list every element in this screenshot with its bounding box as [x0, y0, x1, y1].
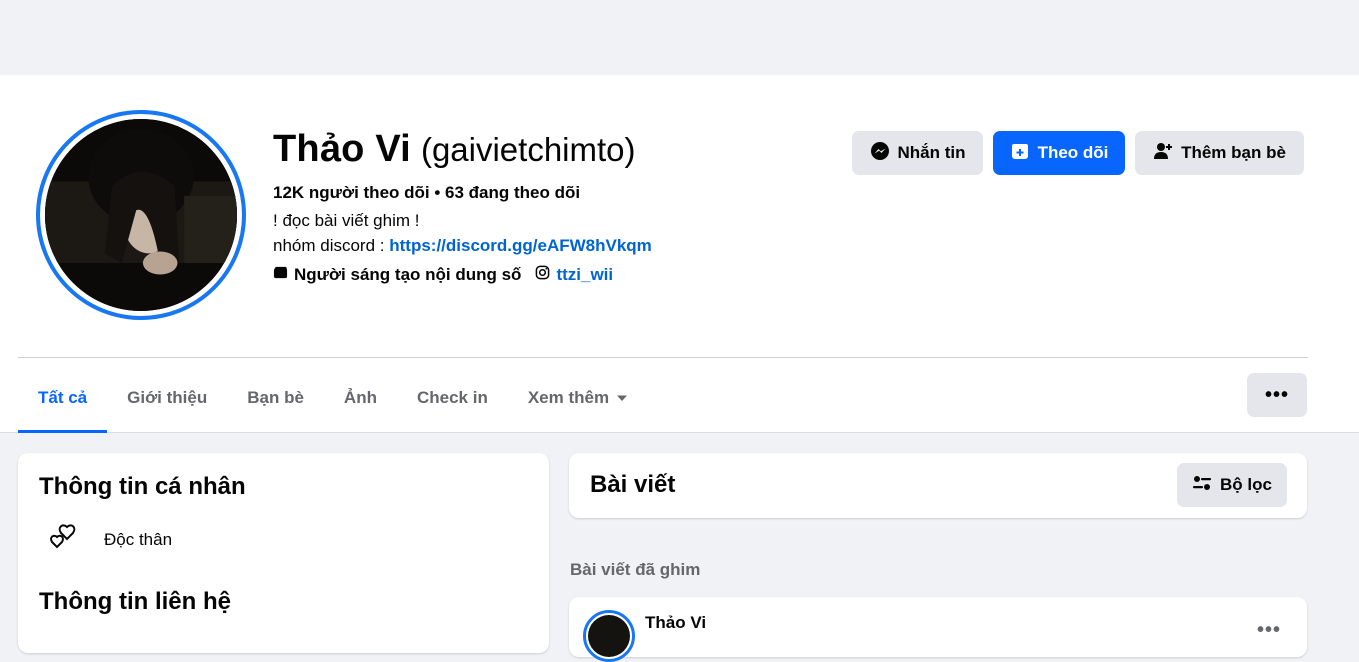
bio-line: ! đọc bài viết ghim ! — [273, 211, 420, 230]
profile-tabs: Tất cả Giới thiệu Bạn bè Ảnh Check in Xe… — [18, 362, 647, 433]
bio-discord-line: nhóm discord : https://discord.gg/eAFW8h… — [273, 236, 652, 256]
message-label: Nhắn tin — [897, 143, 966, 162]
follow-button[interactable]: Theo dõi — [993, 131, 1125, 175]
hearts-icon — [48, 521, 80, 558]
tab-checkin[interactable]: Check in — [397, 362, 508, 433]
profile-avatar[interactable] — [36, 110, 246, 320]
tab-all[interactable]: Tất cả — [18, 362, 108, 433]
tab-checkin-label: Check in — [416, 387, 488, 407]
profile-meta: Người sáng tạo nội dung số ttzi_wii — [273, 265, 613, 285]
message-button[interactable]: Nhắn tin — [852, 131, 983, 175]
profile-name: Thảo Vi — [273, 128, 411, 170]
contact-info-title: Thông tin liên hệ — [39, 588, 231, 615]
discord-link[interactable]: https://discord.gg/eAFW8hVkqm — [389, 236, 652, 255]
bio-discord-prefix: nhóm discord : — [273, 236, 390, 255]
filter-label: Bộ lọc — [1220, 475, 1272, 494]
cover-photo[interactable] — [0, 0, 1347, 75]
pinned-posts-label: Bài viết đã ghim — [570, 560, 701, 579]
tab-photos[interactable]: Ảnh — [324, 362, 397, 433]
tab-friends-label: Bạn bè — [247, 387, 304, 407]
follower-stats[interactable]: 12K người theo dõi • 63 đang theo dõi — [273, 183, 580, 203]
tab-photos-label: Ảnh — [343, 387, 377, 407]
relationship-row: Độc thân — [48, 521, 172, 558]
header-divider — [18, 357, 1308, 358]
follow-icon — [1010, 141, 1030, 166]
profile-category: Người sáng tạo nội dung số — [294, 265, 522, 284]
pinned-post-card: Thảo Vi ••• — [569, 597, 1307, 662]
post-author-name[interactable]: Thảo Vi — [645, 613, 706, 633]
profile-username: (gaivietchimto) — [420, 131, 636, 168]
tab-about[interactable]: Giới thiệu — [107, 362, 227, 433]
intro-card: Thông tin cá nhân Độc thân Thông tin liê… — [18, 453, 549, 653]
relationship-status: Độc thân — [104, 529, 173, 549]
add-friend-button[interactable]: Thêm bạn bè — [1135, 131, 1304, 175]
profile-more-button[interactable]: ••• — [1247, 373, 1307, 417]
tab-about-label: Giới thiệu — [127, 387, 208, 407]
instagram-icon — [535, 265, 550, 285]
clapperboard-icon — [273, 265, 288, 285]
avatar-photo — [45, 119, 237, 311]
add-friend-icon — [1153, 141, 1173, 166]
posts-header-card: Bài viết Bộ lọc — [569, 453, 1307, 518]
profile-name-row: Thảo Vi (gaivietchimto) — [273, 128, 636, 171]
tab-more[interactable]: Xem thêm — [508, 362, 647, 433]
tab-more-label: Xem thêm — [527, 387, 610, 407]
post-author-avatar[interactable] — [583, 610, 635, 662]
follow-label: Theo dõi — [1037, 143, 1109, 162]
tab-friends[interactable]: Bạn bè — [227, 362, 324, 433]
avatar-image — [45, 119, 237, 311]
filter-icon — [1192, 473, 1212, 498]
personal-info-title: Thông tin cá nhân — [39, 473, 246, 500]
caret-down-icon — [617, 388, 628, 408]
filter-button[interactable]: Bộ lọc — [1177, 463, 1287, 507]
instagram-link[interactable]: ttzi_wii — [556, 265, 613, 285]
messenger-icon — [870, 141, 890, 166]
tab-all-label: Tất cả — [38, 387, 88, 407]
posts-title: Bài viết — [590, 471, 676, 498]
add-friend-label: Thêm bạn bè — [1181, 143, 1286, 162]
post-more-button[interactable]: ••• — [1257, 619, 1281, 642]
